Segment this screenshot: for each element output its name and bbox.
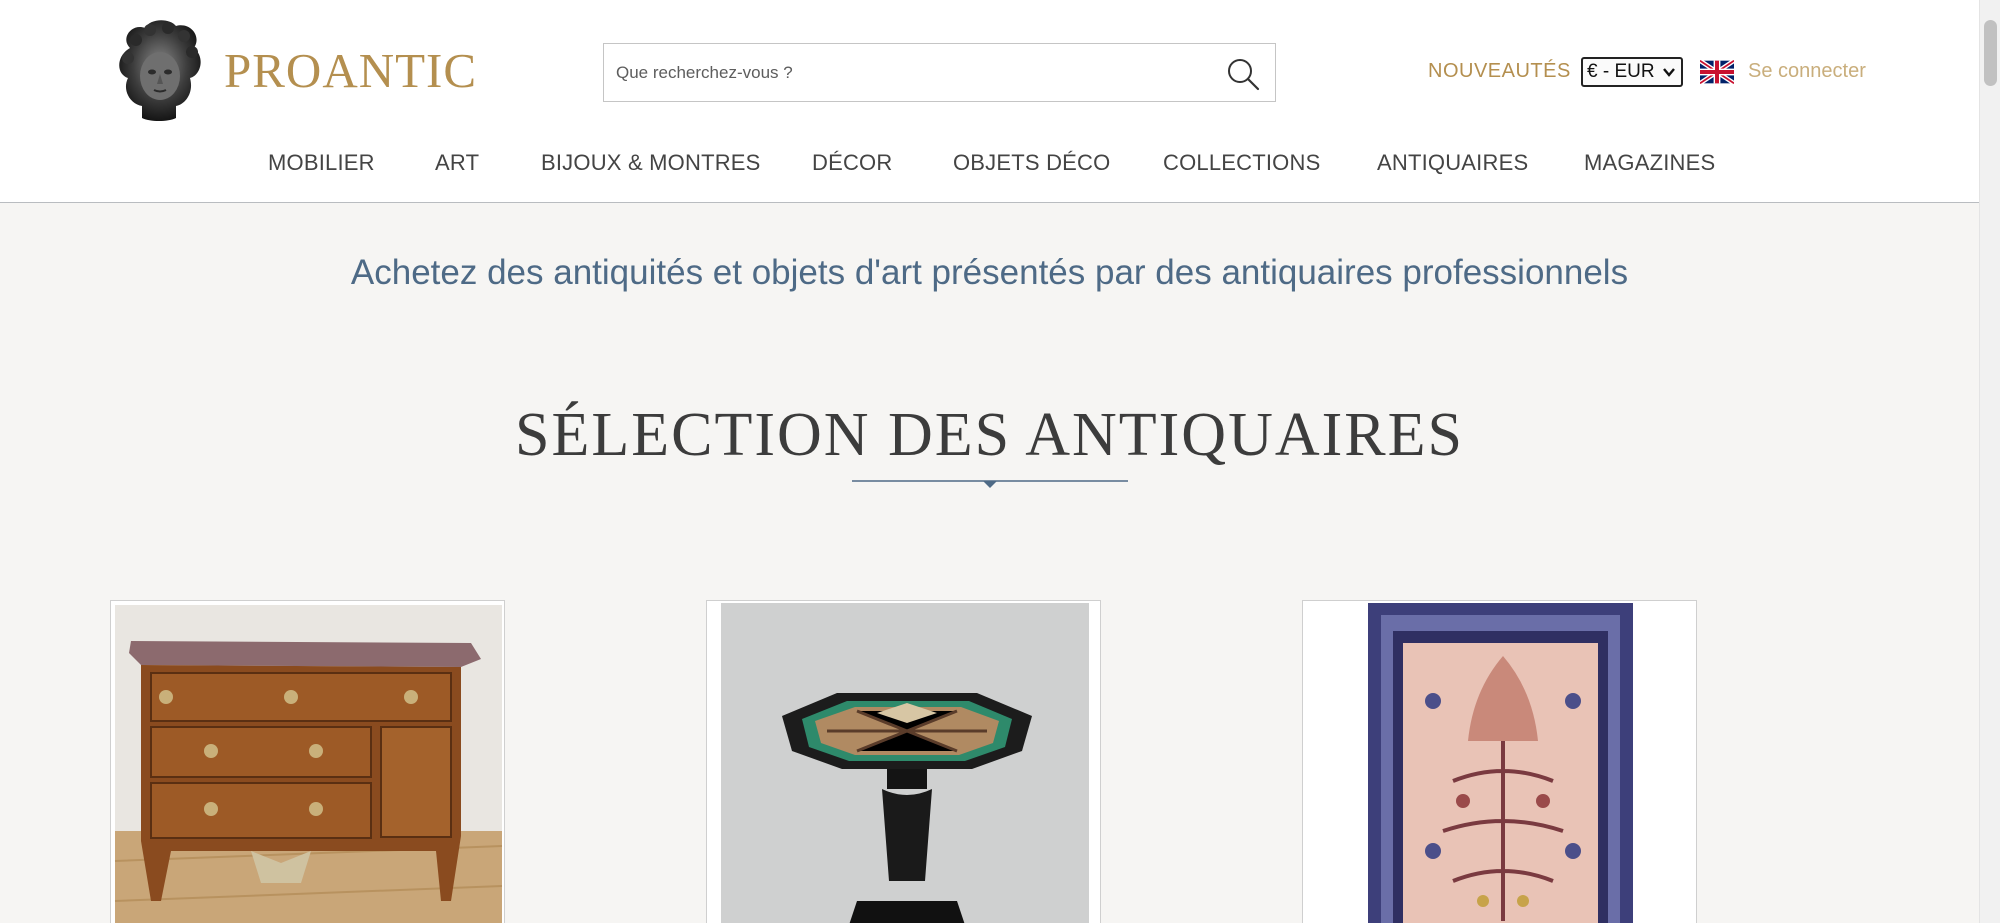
site-header: PROANTIC NOUVEAUTÉS € - EUR Se connecter…: [0, 0, 1979, 203]
nav-item-decor[interactable]: DÉCOR: [812, 150, 892, 176]
nav-item-art[interactable]: ART: [435, 150, 479, 176]
uk-flag-icon[interactable]: [1700, 60, 1734, 84]
product-card-rug[interactable]: [1302, 600, 1697, 923]
nav-item-objets-deco[interactable]: OBJETS DÉCO: [953, 150, 1110, 176]
new-arrivals-link[interactable]: NOUVEAUTÉS: [1428, 60, 1571, 83]
login-link[interactable]: Se connecter: [1748, 60, 1866, 83]
commode-image: [111, 601, 504, 923]
currency-select[interactable]: € - EUR: [1581, 57, 1683, 87]
search-bar: [603, 43, 1276, 102]
title-divider: [852, 480, 1128, 488]
product-card-table[interactable]: [706, 600, 1101, 923]
search-icon[interactable]: [1225, 56, 1261, 92]
nav-item-antiquaires[interactable]: ANTIQUAIRES: [1377, 150, 1528, 176]
brand-name: PROANTIC: [224, 43, 478, 98]
currency-selected-value: € - EUR: [1587, 61, 1655, 82]
search-input[interactable]: [616, 44, 1196, 101]
product-card-commode[interactable]: [110, 600, 505, 923]
main-nav: MOBILIER ART BIJOUX & MONTRES DÉCOR OBJE…: [0, 150, 1979, 180]
logo[interactable]: PROANTIC: [110, 18, 477, 123]
nav-item-mobilier[interactable]: MOBILIER: [268, 150, 375, 176]
nav-item-magazines[interactable]: MAGAZINES: [1584, 150, 1715, 176]
table-image: [707, 601, 1100, 923]
nav-item-collections[interactable]: COLLECTIONS: [1163, 150, 1320, 176]
chevron-down-icon: [1663, 68, 1675, 77]
nav-item-bijoux-montres[interactable]: BIJOUX & MONTRES: [541, 150, 761, 176]
rug-image: [1303, 601, 1696, 923]
page-scrollbar[interactable]: [1979, 0, 2000, 923]
page-tagline: Achetez des antiquités et objets d'art p…: [350, 253, 1629, 292]
section-title: SÉLECTION DES ANTIQUAIRES: [515, 401, 1464, 469]
logo-bust-icon: [119, 20, 201, 121]
scrollbar-thumb[interactable]: [1984, 20, 1997, 86]
